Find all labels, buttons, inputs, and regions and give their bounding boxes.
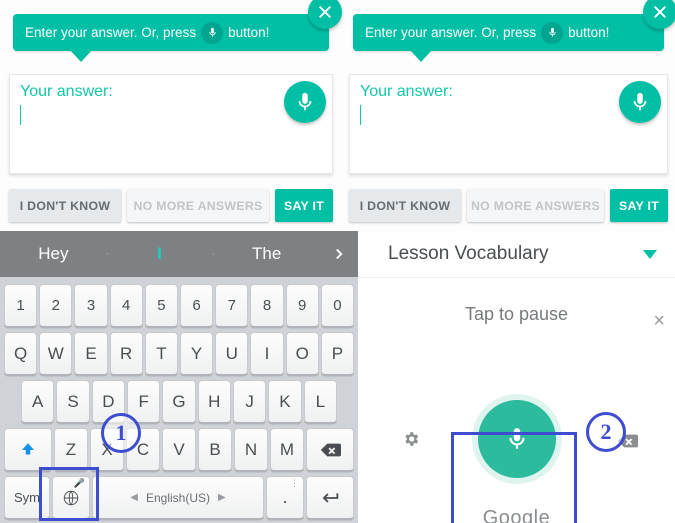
suggestion-middle[interactable]: I <box>107 244 214 264</box>
hint-mic-icon <box>541 22 563 44</box>
key-3[interactable]: 3 <box>74 284 107 327</box>
key-E[interactable]: E <box>74 332 107 375</box>
key-0[interactable]: 0 <box>321 284 354 327</box>
hint-tooltip-tail <box>69 49 93 62</box>
key-S[interactable]: S <box>56 380 89 423</box>
tooltip-close-button[interactable] <box>643 0 675 29</box>
lesson-vocabulary-bar[interactable]: Lesson Vocabulary <box>358 231 675 278</box>
dont-know-button[interactable]: I DON'T KNOW <box>349 189 461 222</box>
suggestion-bar: Hey I The <box>0 231 358 277</box>
google-label: Google <box>358 507 675 523</box>
key-V[interactable]: V <box>162 428 196 471</box>
key-G[interactable]: G <box>162 380 195 423</box>
key-5[interactable]: 5 <box>145 284 178 327</box>
key-J[interactable]: J <box>233 380 266 423</box>
key-L[interactable]: L <box>304 380 337 423</box>
hint-text-before: Enter your answer. Or, press <box>365 25 536 40</box>
answer-pane-right: Enter your answer. Or, press button! You… <box>342 0 675 231</box>
voice-typing-key[interactable]: 🎤 <box>52 476 90 519</box>
voice-input-area: × Tap to pause Google 2 <box>358 304 675 523</box>
hint-tooltip: Enter your answer. Or, press button! <box>13 14 329 51</box>
spacebar[interactable]: ◀English(US)▶ <box>92 476 264 519</box>
answer-button-row: I DON'T KNOW NO MORE ANSWERS SAY IT <box>349 189 668 222</box>
key-Z[interactable]: Z <box>54 428 88 471</box>
key-W[interactable]: W <box>39 332 72 375</box>
hint-text-before: Enter your answer. Or, press <box>25 25 196 40</box>
key-F[interactable]: F <box>127 380 160 423</box>
hint-text-after: button! <box>568 25 609 40</box>
voice-settings-button[interactable] <box>402 430 420 448</box>
answer-card: Your answer: <box>349 74 668 174</box>
suggestion-more-button[interactable] <box>320 245 358 263</box>
key-7[interactable]: 7 <box>215 284 248 327</box>
hint-tooltip-tail <box>409 49 433 62</box>
tooltip-close-button[interactable] <box>308 0 342 29</box>
key-R[interactable]: R <box>110 332 143 375</box>
voice-title: Tap to pause <box>358 304 675 325</box>
keyboard: 1234567890 QWERTYUIOP ASDFGHJKL ZXCVBNM … <box>0 277 358 523</box>
key-X[interactable]: X <box>90 428 124 471</box>
no-more-answers-button[interactable]: NO MORE ANSWERS <box>467 189 604 222</box>
voice-close-button[interactable]: × <box>653 310 665 333</box>
backspace-key[interactable] <box>306 428 354 471</box>
suggestion-right[interactable]: The <box>213 244 320 264</box>
answer-mic-button[interactable] <box>619 81 661 123</box>
key-4[interactable]: 4 <box>110 284 143 327</box>
text-cursor <box>360 105 361 125</box>
voice-pane: Lesson Vocabulary × Tap to pause Google … <box>358 231 675 523</box>
sym-key[interactable]: Sym <box>4 476 50 519</box>
key-6[interactable]: 6 <box>180 284 213 327</box>
answer-label: Your answer: <box>20 83 322 101</box>
hint-mic-icon <box>201 22 223 44</box>
no-more-answers-button[interactable]: NO MORE ANSWERS <box>127 189 269 222</box>
key-Y[interactable]: Y <box>180 332 213 375</box>
keyboard-pane: Hey I The 1234567890 QWERTYUIOP ASDFGHJK… <box>0 231 358 523</box>
key-D[interactable]: D <box>92 380 125 423</box>
voice-mic-button[interactable] <box>478 400 556 478</box>
key-8[interactable]: 8 <box>250 284 283 327</box>
key-B[interactable]: B <box>198 428 232 471</box>
key-O[interactable]: O <box>286 332 319 375</box>
answer-mic-button[interactable] <box>284 81 326 123</box>
key-U[interactable]: U <box>215 332 248 375</box>
suggestion-left[interactable]: Hey <box>0 244 107 264</box>
shift-key[interactable] <box>4 428 52 471</box>
voice-backspace-button[interactable] <box>616 430 638 457</box>
key-1[interactable]: 1 <box>4 284 37 327</box>
answer-label: Your answer: <box>360 83 657 101</box>
chevron-down-icon <box>643 250 657 259</box>
period-key[interactable]: .⋮ <box>266 476 304 519</box>
say-it-button[interactable]: SAY IT <box>275 189 333 222</box>
hint-tooltip: Enter your answer. Or, press button! <box>353 14 664 51</box>
key-M[interactable]: M <box>270 428 304 471</box>
key-P[interactable]: P <box>321 332 354 375</box>
lesson-vocabulary-label: Lesson Vocabulary <box>388 243 549 265</box>
dont-know-button[interactable]: I DON'T KNOW <box>9 189 121 222</box>
key-N[interactable]: N <box>234 428 268 471</box>
key-Q[interactable]: Q <box>4 332 37 375</box>
text-cursor <box>20 105 21 125</box>
key-A[interactable]: A <box>21 380 54 423</box>
key-I[interactable]: I <box>250 332 283 375</box>
key-9[interactable]: 9 <box>286 284 319 327</box>
key-T[interactable]: T <box>145 332 178 375</box>
say-it-button[interactable]: SAY IT <box>610 189 668 222</box>
answer-pane-left: Enter your answer. Or, press button! You… <box>2 0 340 231</box>
key-K[interactable]: K <box>268 380 301 423</box>
hint-text-after: button! <box>228 25 269 40</box>
enter-key[interactable] <box>306 476 354 519</box>
key-H[interactable]: H <box>198 380 231 423</box>
key-2[interactable]: 2 <box>39 284 72 327</box>
answer-card: Your answer: <box>9 74 333 174</box>
answer-button-row: I DON'T KNOW NO MORE ANSWERS SAY IT <box>9 189 333 222</box>
key-C[interactable]: C <box>126 428 160 471</box>
